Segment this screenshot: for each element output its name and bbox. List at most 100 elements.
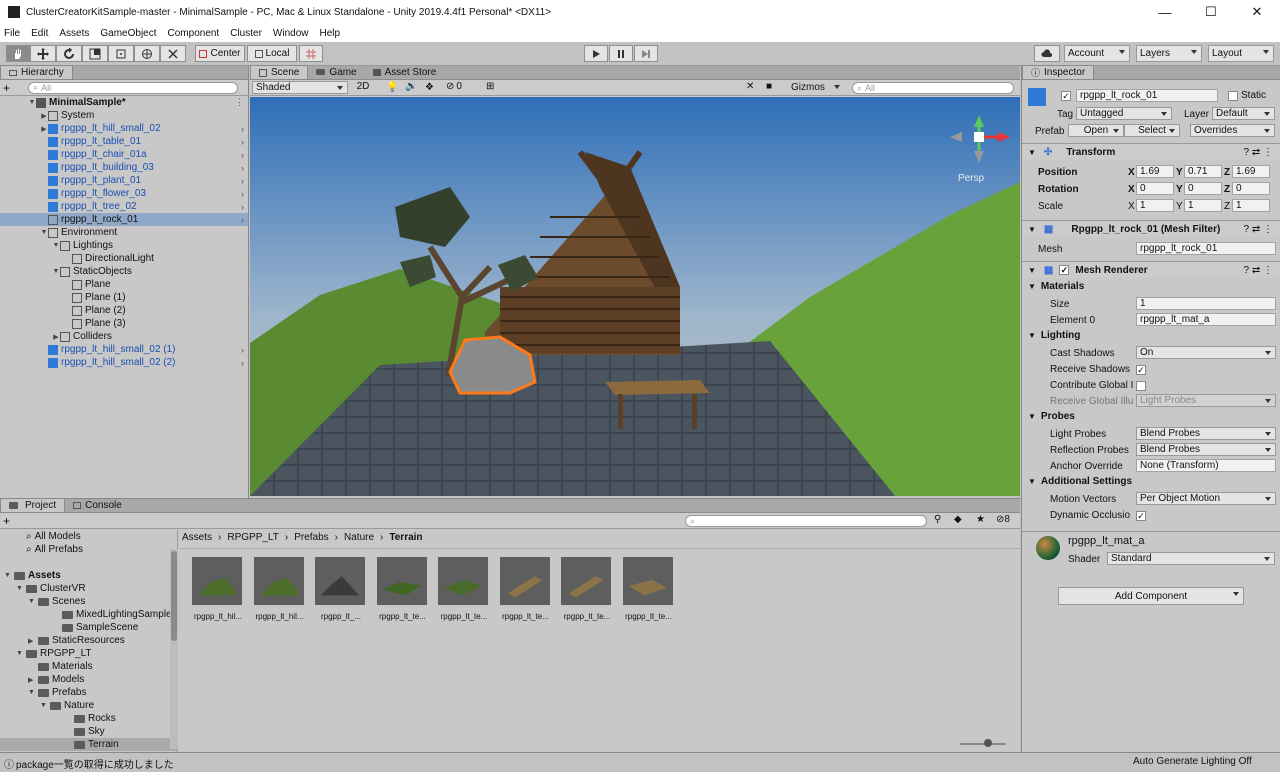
hierarchy-item[interactable]: rpgpp_lt_rock_01 › <box>0 213 248 226</box>
fold-arrow-icon[interactable]: ▶ <box>40 125 48 133</box>
tag-dropdown[interactable]: Untagged <box>1076 107 1172 120</box>
asset-item[interactable]: rpgpp_lt_hil... <box>192 556 244 621</box>
prefab-open-button[interactable]: Open <box>1068 124 1124 137</box>
hierarchy-item[interactable]: rpgpp_lt_flower_03 › <box>0 187 248 200</box>
reflection-probes-dropdown[interactable]: Blend Probes <box>1136 443 1276 456</box>
menu-help[interactable]: Help <box>319 28 340 39</box>
layer-dropdown[interactable]: Default <box>1212 107 1275 120</box>
cloud-button[interactable] <box>1034 45 1060 62</box>
element-0-field[interactable]: rpgpp_lt_mat_a <box>1136 313 1276 326</box>
mesh-filter-header[interactable]: ▼ ▦ Rpgpp_lt_rock_01 (Mesh Filter) ? ⇄ ⋮ <box>1022 220 1280 237</box>
scale-z-field[interactable]: 1 <box>1232 199 1270 212</box>
fold-arrow-icon[interactable]: ▼ <box>28 99 36 106</box>
hierarchy-item[interactable]: Plane (3) <box>0 317 248 330</box>
scene-menu-icon[interactable]: ⋮ <box>235 97 244 108</box>
cast-shadows-dropdown[interactable]: On <box>1136 346 1276 359</box>
fold-arrow-icon[interactable]: ▼ <box>28 689 38 696</box>
pivot-local-toggle[interactable]: Local <box>247 45 297 62</box>
maximize-button[interactable]: ☐ <box>1188 0 1234 24</box>
rotate-tool-button[interactable] <box>56 45 82 62</box>
layout-dropdown[interactable]: Layout <box>1208 45 1274 62</box>
grid-toggle-icon[interactable]: ⊞ <box>486 81 494 92</box>
scene-viewport[interactable]: Persp <box>250 97 1020 496</box>
component-menu-icon[interactable]: ? ⇄ ⋮ <box>1244 147 1274 158</box>
menu-window[interactable]: Window <box>273 28 309 39</box>
tab-console[interactable]: Console <box>65 498 130 512</box>
rotation-x-field[interactable]: 0 <box>1136 182 1174 195</box>
breadcrumb-item[interactable]: Terrain <box>389 532 422 543</box>
fold-arrow-icon[interactable]: ▶ <box>52 333 60 341</box>
hidden-objects-toggle[interactable]: ⊘ 0 <box>446 81 462 92</box>
hierarchy-item[interactable]: ▼ StaticObjects <box>0 265 248 278</box>
project-tree-item[interactable]: ▼ Assets <box>0 569 177 582</box>
shading-mode-dropdown[interactable]: Shaded <box>252 81 348 94</box>
prefab-open-chevron-icon[interactable]: › <box>241 137 244 147</box>
prefab-open-chevron-icon[interactable]: › <box>241 176 244 186</box>
hierarchy-item[interactable]: rpgpp_lt_hill_small_02 (2) › <box>0 356 248 369</box>
tab-hierarchy[interactable]: Hierarchy <box>0 65 73 79</box>
breadcrumb-item[interactable]: RPGPP_LT <box>227 532 279 543</box>
breadcrumb-item[interactable]: Assets <box>182 532 212 543</box>
position-x-field[interactable]: 1.69 <box>1136 165 1174 178</box>
project-tree-item[interactable]: ▼ ClusterVR <box>0 582 177 595</box>
account-dropdown[interactable]: Account <box>1064 45 1130 62</box>
additional-settings-foldout[interactable]: ▼ Additional Settings <box>1028 476 1132 487</box>
menu-edit[interactable]: Edit <box>31 28 48 39</box>
favorite-star-icon[interactable]: ★ <box>976 514 985 525</box>
dynamic-occlusion-checkbox[interactable]: ✓ <box>1136 511 1146 521</box>
project-tree-item[interactable]: Rocks <box>0 712 177 725</box>
pause-button[interactable] <box>609 45 633 62</box>
asset-item[interactable]: rpgpp_lt_te... <box>561 556 613 621</box>
contribute-gi-checkbox[interactable] <box>1136 381 1146 391</box>
filter-label-icon[interactable]: ◆ <box>954 514 962 525</box>
project-tree-item[interactable]: SampleScene <box>0 621 177 634</box>
camera-settings-icon[interactable]: ■ <box>766 81 772 92</box>
tab-scene[interactable]: Scene <box>250 65 309 79</box>
prefab-open-chevron-icon[interactable]: › <box>241 163 244 173</box>
create-asset-button[interactable]: + <box>3 514 10 528</box>
project-tree-item[interactable]: ⌕ All Prefabs <box>0 543 177 556</box>
light-probes-dropdown[interactable]: Blend Probes <box>1136 427 1276 440</box>
prefab-overrides-dropdown[interactable]: Overrides <box>1190 124 1275 137</box>
move-tool-button[interactable] <box>30 45 56 62</box>
project-search-input[interactable]: ⌕ <box>685 515 927 527</box>
object-name-field[interactable]: rpgpp_lt_rock_01 <box>1076 89 1218 102</box>
probes-foldout[interactable]: ▼ Probes <box>1028 411 1075 422</box>
mesh-renderer-enabled-checkbox[interactable]: ✓ <box>1059 265 1070 275</box>
asset-item[interactable]: rpgpp_lt_hil... <box>253 556 306 621</box>
transform-header[interactable]: ▼ ✣ Transform ? ⇄ ⋮ <box>1022 143 1280 160</box>
status-message[interactable]: package一覧の取得に成功しました <box>16 756 174 771</box>
breadcrumb-item[interactable]: Nature <box>344 532 374 543</box>
prefab-open-chevron-icon[interactable]: › <box>241 215 244 225</box>
scale-tool-button[interactable] <box>82 45 108 62</box>
2d-toggle[interactable]: 2D <box>354 81 372 94</box>
project-tree-item[interactable]: Terrain <box>0 738 177 751</box>
hand-tool-button[interactable] <box>6 45 30 62</box>
menu-assets[interactable]: Assets <box>59 28 89 39</box>
hierarchy-item[interactable]: Plane (1) <box>0 291 248 304</box>
static-checkbox[interactable] <box>1228 91 1238 101</box>
fold-arrow-icon[interactable]: ▼ <box>16 650 26 657</box>
project-tree-item[interactable]: ▼ RPGPP_LT <box>0 647 177 660</box>
mesh-renderer-header[interactable]: ▼ ▦ ✓ Mesh Renderer ? ⇄ ⋮ <box>1022 261 1280 278</box>
zoom-slider[interactable] <box>960 739 1006 747</box>
snap-toggle[interactable] <box>299 45 323 62</box>
menu-file[interactable]: File <box>4 28 20 39</box>
project-tree-item[interactable]: MixedLightingSample <box>0 608 177 621</box>
anchor-override-field[interactable]: None (Transform) <box>1136 459 1276 472</box>
asset-item[interactable]: rpgpp_lt_te... <box>622 556 675 621</box>
fold-arrow-icon[interactable]: ▼ <box>40 229 48 236</box>
fold-arrow-icon[interactable]: ▶ <box>40 112 48 120</box>
asset-item[interactable]: rpgpp_lt_... <box>315 556 367 621</box>
fold-arrow-icon[interactable]: ▶ <box>28 637 38 645</box>
hierarchy-item[interactable]: rpgpp_lt_tree_02 › <box>0 200 248 213</box>
component-menu-icon[interactable]: ? ⇄ ⋮ <box>1244 265 1274 276</box>
prefab-open-chevron-icon[interactable]: › <box>241 150 244 160</box>
auto-lighting-status[interactable]: Auto Generate Lighting Off <box>1133 756 1252 767</box>
receive-gi-dropdown[interactable]: Light Probes <box>1136 394 1276 407</box>
hierarchy-item[interactable]: rpgpp_lt_chair_01a › <box>0 148 248 161</box>
prefab-open-chevron-icon[interactable]: › <box>241 358 244 368</box>
asset-item[interactable]: rpgpp_lt_te... <box>499 556 552 621</box>
tree-scrollbar[interactable] <box>170 549 178 749</box>
size-field[interactable]: 1 <box>1136 297 1276 310</box>
